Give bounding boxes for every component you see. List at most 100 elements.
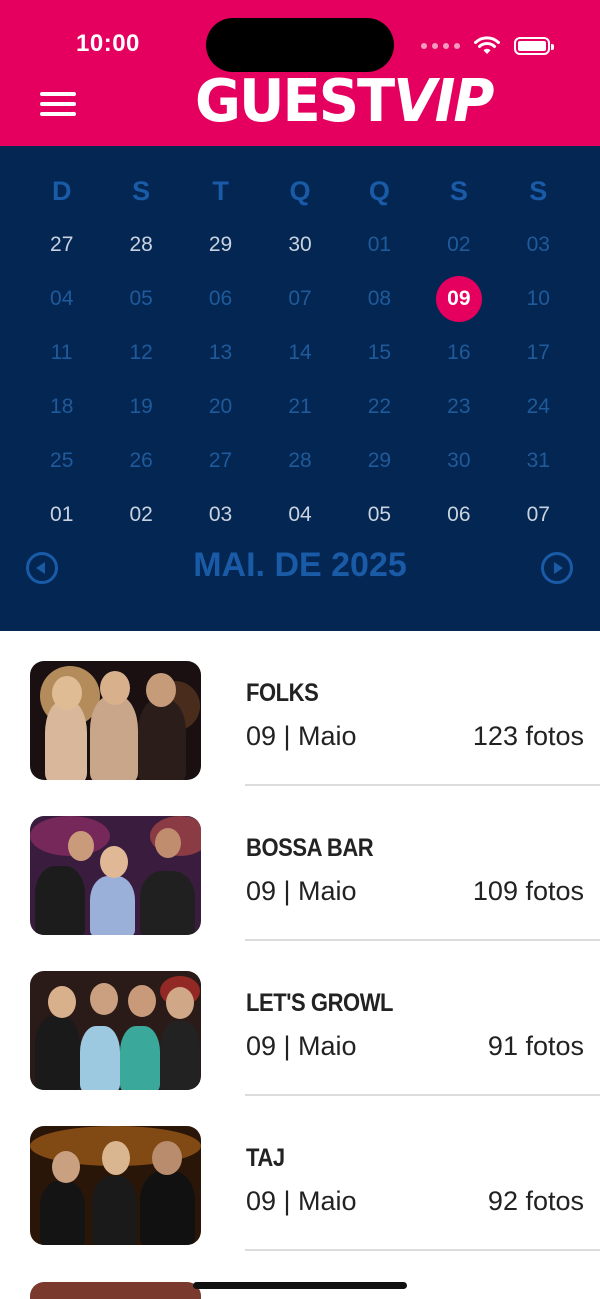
- calendar-day-number: 14: [288, 341, 312, 364]
- status-icons: [421, 36, 554, 56]
- calendar-day[interactable]: 06: [419, 488, 498, 542]
- menu-icon[interactable]: [40, 90, 76, 118]
- event-date: 09 | Maio: [246, 1186, 357, 1216]
- calendar-day-number: 29: [208, 233, 233, 256]
- calendar-day-number: 28: [288, 449, 312, 472]
- calendar-day[interactable]: 26: [101, 434, 180, 488]
- calendar-day[interactable]: 19: [101, 380, 180, 434]
- event-date: 09 | Maio: [246, 1031, 357, 1061]
- calendar-day[interactable]: 15: [340, 326, 419, 380]
- calendar-day[interactable]: 16: [419, 326, 498, 380]
- calendar-day-number: 06: [208, 287, 233, 310]
- calendar-day[interactable]: 29: [181, 218, 260, 272]
- calendar-day-number: 02: [129, 503, 153, 526]
- calendar-day-number: 18: [50, 395, 74, 418]
- calendar-day[interactable]: 06: [181, 272, 260, 326]
- event-photo-count: 92 fotos: [487, 1186, 584, 1216]
- calendar-day-number: 21: [288, 395, 312, 418]
- weekday-label: D: [51, 176, 72, 206]
- weekday-label: S: [449, 176, 468, 206]
- calendar-day[interactable]: 20: [181, 380, 260, 434]
- calendar-day[interactable]: 05: [101, 272, 180, 326]
- calendar-day-number: 15: [367, 341, 392, 364]
- calendar-day[interactable]: 30: [419, 434, 498, 488]
- calendar-day-number: 03: [208, 503, 233, 526]
- event-row[interactable]: BOSSA BAR 09 | Maio 109 fotos: [0, 786, 600, 941]
- calendar-day[interactable]: 04: [22, 272, 101, 326]
- calendar-day[interactable]: 30: [260, 218, 339, 272]
- calendar-day-number: 12: [129, 341, 153, 364]
- calendar-day-number: 20: [208, 395, 233, 418]
- calendar-day-number: 30: [288, 233, 312, 256]
- calendar-day-selected[interactable]: 09: [419, 272, 498, 326]
- calendar-day[interactable]: 10: [499, 272, 578, 326]
- weekday-label: Q: [368, 176, 390, 206]
- calendar-day-number: 08: [367, 287, 392, 310]
- calendar-day[interactable]: 25: [22, 434, 101, 488]
- calendar-grid: D S T Q Q S S 27 28 29 30 01 02 03 04 05 06 07 08 09 10 11 12 1…: [22, 168, 578, 542]
- calendar-day[interactable]: 05: [340, 488, 419, 542]
- calendar-day[interactable]: 21: [260, 380, 339, 434]
- event-row[interactable]: TAJ 09 | Maio 92 fotos: [0, 1096, 600, 1251]
- calendar-day-number: 19: [129, 395, 153, 418]
- calendar-day[interactable]: 31: [499, 434, 578, 488]
- calendar-day[interactable]: 24: [499, 380, 578, 434]
- calendar-day-number: 06: [447, 503, 471, 526]
- weekday-label: T: [212, 176, 229, 206]
- event-thumbnail: [30, 661, 201, 780]
- calendar-day[interactable]: 23: [419, 380, 498, 434]
- calendar-day[interactable]: 07: [499, 488, 578, 542]
- weekday-label: S: [529, 176, 548, 206]
- event-date: 09 | Maio: [246, 876, 357, 906]
- event-list: FOLKS 09 | Maio 123 fotos BOSSA BAR 09 |…: [0, 631, 600, 1251]
- calendar-day-number: 30: [447, 449, 471, 472]
- calendar-day[interactable]: 02: [419, 218, 498, 272]
- calendar-day[interactable]: 02: [101, 488, 180, 542]
- calendar-day[interactable]: 14: [260, 326, 339, 380]
- guestvip-logo: GUESTVIP: [195, 67, 494, 136]
- calendar-day[interactable]: 28: [260, 434, 339, 488]
- calendar-day[interactable]: 04: [260, 488, 339, 542]
- cellular-signal-icon: [421, 43, 460, 49]
- calendar-day-number: 22: [367, 395, 392, 418]
- calendar-day[interactable]: 27: [181, 434, 260, 488]
- calendar-day-number: 01: [50, 503, 74, 526]
- calendar-day[interactable]: 13: [181, 326, 260, 380]
- calendar-day-number: 26: [129, 449, 153, 472]
- calendar-day[interactable]: 12: [101, 326, 180, 380]
- calendar-day-number: 25: [50, 449, 74, 472]
- event-date: 09 | Maio: [246, 721, 357, 751]
- calendar-day-number: 16: [447, 341, 471, 364]
- chevron-right-icon: [554, 562, 563, 574]
- calendar: D S T Q Q S S 27 28 29 30 01 02 03 04 05 06 07 08 09 10 11 12 1…: [0, 146, 600, 631]
- calendar-day-number: 17: [526, 341, 550, 364]
- calendar-day[interactable]: 17: [499, 326, 578, 380]
- calendar-day-number: 02: [447, 233, 471, 256]
- calendar-day[interactable]: 28: [101, 218, 180, 272]
- calendar-day-number: 10: [526, 287, 550, 310]
- event-row[interactable]: LET'S GROWL 09 | Maio 91 fotos: [0, 941, 600, 1096]
- calendar-day-number: 27: [50, 233, 74, 256]
- event-thumbnail: [30, 816, 201, 935]
- event-photo-count: 123 fotos: [472, 721, 584, 751]
- calendar-day[interactable]: 11: [22, 326, 101, 380]
- calendar-day-number: 24: [526, 395, 550, 418]
- calendar-day[interactable]: 07: [260, 272, 339, 326]
- calendar-day[interactable]: 27: [22, 218, 101, 272]
- calendar-day[interactable]: 03: [181, 488, 260, 542]
- event-thumbnail: [30, 1126, 201, 1245]
- calendar-day[interactable]: 01: [22, 488, 101, 542]
- calendar-day[interactable]: 08: [340, 272, 419, 326]
- calendar-day-number: 05: [367, 503, 392, 526]
- weekday-label: Q: [289, 176, 311, 206]
- calendar-day[interactable]: 22: [340, 380, 419, 434]
- calendar-day[interactable]: 18: [22, 380, 101, 434]
- status-time: 10:00: [76, 30, 140, 57]
- calendar-day-number: 09: [435, 276, 482, 322]
- calendar-day[interactable]: 01: [340, 218, 419, 272]
- next-month-button[interactable]: [541, 552, 573, 584]
- calendar-day[interactable]: 29: [340, 434, 419, 488]
- calendar-day[interactable]: 03: [499, 218, 578, 272]
- event-row[interactable]: FOLKS 09 | Maio 123 fotos: [0, 631, 600, 786]
- divider: [245, 1249, 600, 1251]
